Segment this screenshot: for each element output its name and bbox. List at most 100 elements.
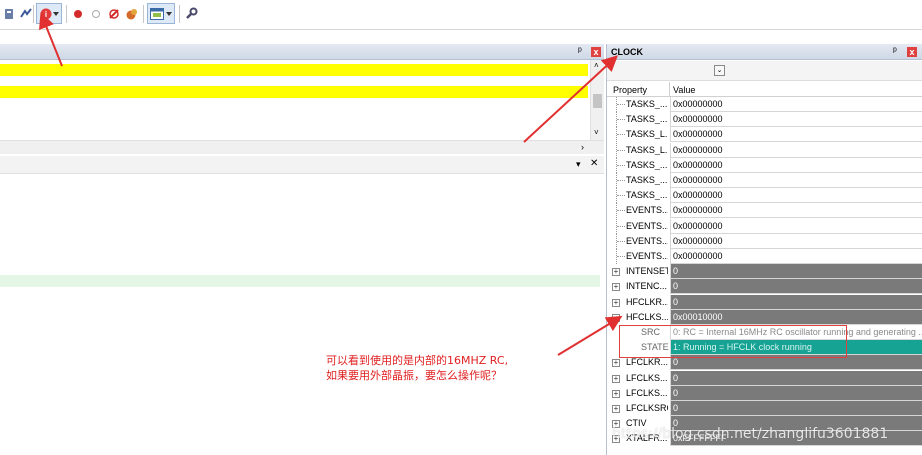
expand-icon[interactable]: + — [612, 405, 620, 413]
property-row[interactable]: + INTENSET 0 — [607, 264, 922, 280]
breakpoint-icon[interactable] — [70, 6, 86, 22]
property-value[interactable]: 0x00000000 — [670, 188, 922, 204]
settings-wrench-icon[interactable] — [183, 6, 199, 22]
pane-title: CLOCK — [611, 47, 643, 57]
property-value[interactable]: 0x00000000 — [670, 218, 922, 234]
property-row[interactable]: − HFCLKS... 0x00010000 — [607, 309, 922, 325]
editor-pane-title-bar: ᵖ x — [0, 44, 604, 60]
property-name: EVENTS... — [626, 235, 668, 246]
property-name: LFCLKS... — [626, 372, 668, 383]
property-row[interactable]: + LFCLKSRC0 — [607, 401, 922, 416]
breakpoint-empty-icon[interactable] — [88, 6, 104, 22]
property-name: INTENSET — [626, 266, 668, 277]
clock-pane-title-bar: CLOCK ᵖ x — [607, 44, 922, 60]
property-row[interactable]: EVENTS... 0x00000000 — [607, 249, 922, 264]
tree-connector — [616, 173, 625, 188]
chevron-down-icon[interactable] — [165, 6, 173, 22]
reset-icon[interactable] — [18, 6, 34, 22]
dropdown-arrow-icon[interactable]: ▾ — [576, 159, 581, 170]
debug-toolbar: i — [0, 0, 922, 30]
column-header-property: Property — [613, 85, 648, 95]
property-name: EVENTS... — [626, 220, 668, 231]
property-value[interactable]: 0 — [670, 370, 922, 386]
property-value[interactable]: 0x00000000 — [670, 142, 922, 158]
expand-icon[interactable]: + — [612, 374, 620, 383]
window-layout-icon[interactable] — [149, 6, 165, 22]
property-value[interactable]: 0x00000000 — [670, 249, 922, 264]
chevron-down-icon[interactable]: ⌄ — [714, 65, 725, 76]
annotation-line: 如果要用外部晶振，要怎么操作呢？ — [326, 369, 502, 382]
svg-text:i: i — [45, 10, 47, 19]
highlighted-line — [0, 86, 588, 98]
tree-connector — [616, 112, 625, 128]
property-row[interactable]: EVENTS... 0x00000000 — [607, 203, 922, 219]
expand-icon[interactable]: + — [612, 283, 620, 292]
close-icon[interactable]: ✕ — [590, 158, 598, 169]
property-row[interactable]: EVENTS... 0x00000000 — [607, 233, 922, 249]
property-row[interactable]: TASKS_... 0x00000000 — [607, 173, 922, 188]
property-value[interactable]: 0x00000000 — [670, 97, 922, 112]
tree-connector — [616, 188, 625, 204]
toolbar-separator — [33, 5, 34, 23]
tree-connector — [616, 142, 625, 158]
expand-icon[interactable]: + — [612, 298, 620, 307]
tree-connector — [616, 97, 625, 112]
property-row[interactable]: TASKS_L... 0x00000000 — [607, 142, 922, 158]
chevron-up-icon[interactable]: ˄ — [594, 61, 599, 70]
property-row[interactable]: TASKS_... 0x00000000 — [607, 112, 922, 128]
horizontal-scrollbar[interactable]: › — [0, 140, 604, 154]
property-value[interactable]: 0x00000000 — [670, 173, 922, 188]
property-name: TASKS_... — [626, 99, 668, 109]
property-name: TASKS_... — [626, 190, 668, 201]
step-icon[interactable] — [2, 6, 18, 22]
close-icon[interactable]: x — [591, 47, 601, 57]
property-value[interactable]: 0x00000000 — [670, 233, 922, 249]
property-value[interactable]: 0x00000000 — [670, 127, 922, 143]
property-name: INTENC... — [626, 281, 668, 292]
property-value[interactable]: 0x00000000 — [670, 157, 922, 173]
chevron-down-icon[interactable]: ˅ — [594, 128, 599, 137]
property-name: TASKS_... — [626, 175, 668, 185]
property-row[interactable]: + INTENC... 0 — [607, 279, 922, 295]
scroll-thumb[interactable] — [593, 94, 602, 108]
pin-icon[interactable]: ᵖ — [893, 47, 897, 57]
kill-breakpoints-icon[interactable] — [124, 6, 140, 22]
chevron-down-icon[interactable] — [52, 6, 60, 22]
close-icon[interactable]: x — [907, 47, 917, 57]
property-row[interactable]: EVENTS... 0x00000000 — [607, 218, 922, 234]
pin-icon[interactable]: ᵖ — [578, 47, 582, 57]
property-row[interactable]: TASKS_... 0x00000000 — [607, 157, 922, 173]
property-name: TASKS_L... — [626, 129, 668, 140]
disable-breakpoint-icon[interactable] — [106, 6, 122, 22]
property-value[interactable]: 0x00000000 — [670, 112, 922, 128]
expand-icon[interactable]: + — [612, 389, 620, 398]
property-value[interactable]: 0 — [670, 294, 922, 310]
chevron-right-icon[interactable]: › — [581, 142, 584, 152]
column-header-value: Value — [673, 85, 696, 95]
expand-icon[interactable]: + — [612, 268, 620, 277]
collapse-icon[interactable]: − — [612, 313, 620, 322]
property-row[interactable]: + HFCLKR... 0 — [607, 294, 922, 310]
property-row[interactable]: TASKS_L... 0x00000000 — [607, 127, 922, 143]
property-value[interactable]: 0 — [670, 401, 922, 416]
clock-peripheral-pane: CLOCK ᵖ x ⌄ Property Value TASKS_... 0x00… — [606, 44, 922, 455]
property-name: HFCLKS... — [626, 311, 668, 322]
property-value[interactable]: 0x00010000 — [670, 309, 922, 325]
property-name: TASKS_... — [626, 114, 668, 125]
tree-connector — [616, 218, 625, 234]
property-row[interactable]: + LFCLKS... 0 — [607, 385, 922, 401]
toolbar-separator — [143, 5, 144, 23]
expand-icon[interactable]: + — [612, 359, 620, 368]
property-value[interactable]: 0x00000000 — [670, 203, 922, 219]
property-row[interactable]: TASKS_... 0x00000000 — [607, 188, 922, 204]
property-value[interactable]: 0 — [670, 264, 922, 280]
property-row[interactable]: + LFCLKS... 0 — [607, 370, 922, 386]
property-value[interactable]: 0 — [670, 385, 922, 401]
annotation-line: 可以看到使用的是内部的16MHZ RC, — [326, 354, 509, 367]
property-name: LFCLKSRC — [626, 403, 668, 413]
peripheral-selector[interactable]: ⌄ — [607, 61, 922, 81]
property-row[interactable]: TASKS_... 0x00000000 — [607, 97, 922, 112]
property-value[interactable]: 0 — [670, 279, 922, 295]
vertical-scrollbar[interactable]: ˄ ˅ — [590, 60, 604, 140]
property-name: LFCLKR... — [626, 357, 668, 368]
